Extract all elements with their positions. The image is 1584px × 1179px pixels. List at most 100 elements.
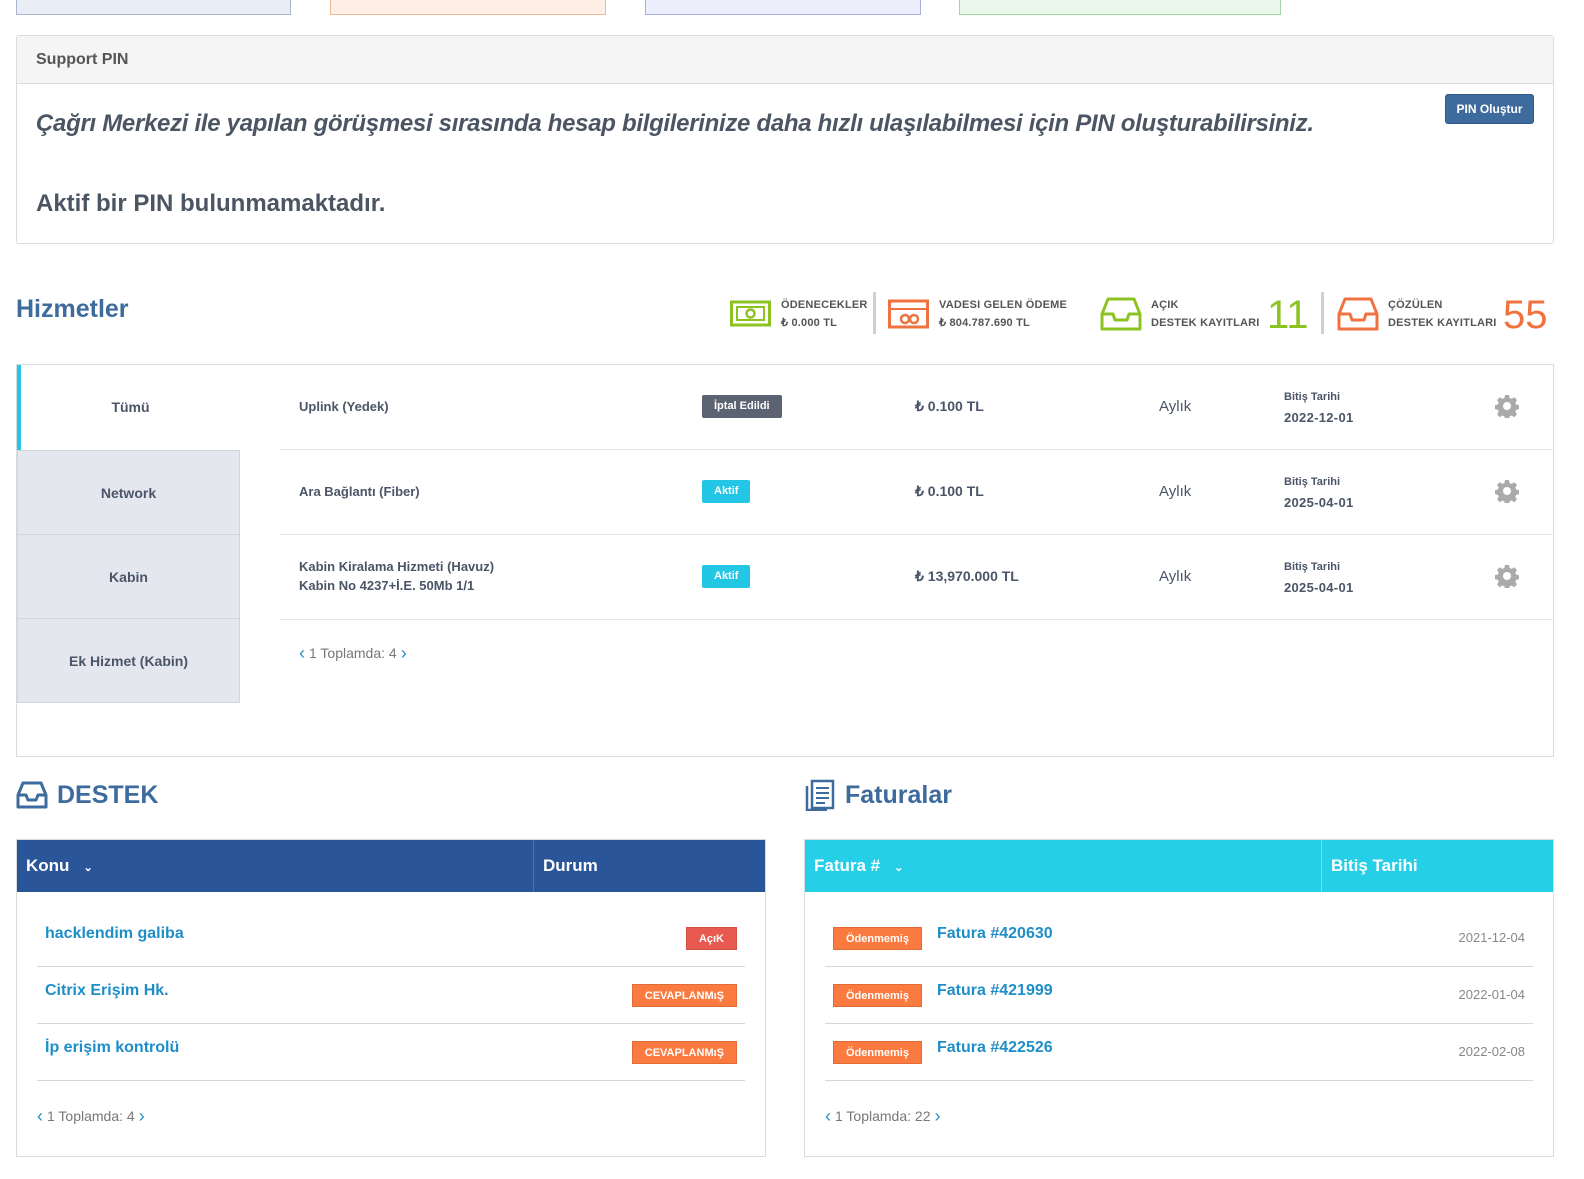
column-due-date[interactable]: Bitiş Tarihi (1322, 840, 1553, 892)
invoices-pager: ‹ 1 Toplamda: 22 › (825, 1107, 940, 1125)
service-cycle: Aylık (1159, 568, 1192, 585)
top-card-1 (16, 0, 291, 15)
top-card-4 (959, 0, 1281, 15)
invoice-date: 2021-12-04 (1458, 930, 1526, 945)
support-table: Konu ⌄ Durum hacklendim galiba AçıK Citri… (16, 839, 766, 1157)
status-badge: Ödenmemiş (833, 927, 922, 950)
open-tickets-count: 11 (1267, 293, 1309, 337)
payable-label: ÖDENECEKLER (781, 299, 868, 311)
create-pin-button[interactable]: PIN Oluştur (1445, 94, 1534, 124)
tab-all[interactable]: Tümü (17, 365, 240, 450)
chevron-right-icon[interactable]: › (139, 1107, 145, 1125)
invoices-table: Fatura # ⌄ Bitiş Tarihi Ödenmemiş Fatura … (804, 839, 1554, 1157)
column-subject[interactable]: Konu ⌄ (17, 840, 534, 892)
solved-tickets-count: 55 (1503, 293, 1548, 337)
status-badge: CEVAPLANMıŞ (631, 1041, 737, 1064)
chevron-left-icon[interactable]: ‹ (299, 644, 305, 662)
inbox-icon (1100, 296, 1142, 332)
open-tickets-label-1: AÇIK (1151, 299, 1179, 311)
stat-divider (873, 292, 876, 334)
table-row[interactable]: Ödenmemiş Fatura #421999 2022-01-04 (825, 967, 1533, 1024)
due-date: 2025-04-01 (1284, 495, 1354, 510)
due-date-label: Bitiş Tarihi (1284, 476, 1341, 488)
service-name[interactable]: Ara Bağlantı (Fiber) (299, 482, 420, 501)
table-row[interactable]: Ödenmemiş Fatura #422526 2022-02-08 (825, 1024, 1533, 1081)
support-pin-panel: Support PIN Çağrı Merkezi ile yapılan gö… (16, 35, 1554, 244)
ticket-subject-link[interactable]: hacklendim galiba (45, 925, 184, 943)
service-cycle: Aylık (1159, 483, 1192, 500)
due-value: ₺ 804.787.690 TL (939, 317, 1030, 329)
column-subject-label: Konu (26, 856, 70, 875)
service-row[interactable]: Uplink (Yedek) İptal Edildi ₺ 0.100 TL A… (279, 365, 1553, 450)
services-panel: Tümü Network Kabin Ek Hizmet (Kabin) Upl… (16, 364, 1554, 757)
solved-tickets-label-1: ÇÖZÜLEN (1388, 299, 1443, 311)
stat-divider (1321, 292, 1324, 334)
tab-cabinet[interactable]: Kabin (17, 534, 240, 619)
invoices-title: Faturalar (845, 781, 952, 809)
service-row[interactable]: Kabin Kiralama Hizmeti (Havuz) Kabin No … (279, 535, 1553, 620)
pager-text: 1 Toplamda: 4 (309, 645, 397, 661)
gear-icon[interactable] (1494, 394, 1520, 423)
due-date-label: Bitiş Tarihi (1284, 561, 1341, 573)
invoice-link[interactable]: Fatura #422526 (937, 1039, 1053, 1057)
stat-due[interactable]: VADESI GELEN ÖDEME ₺ 804.787.690 TL (888, 290, 1067, 338)
support-pager: ‹ 1 Toplamda: 4 › (37, 1107, 145, 1125)
tab-network[interactable]: Network (17, 450, 240, 535)
services-title: Hizmetler (16, 295, 129, 323)
pager-text: 1 Toplamda: 4 (47, 1108, 135, 1124)
support-title: DESTEK (57, 781, 159, 809)
support-pin-intro: Çağrı Merkezi ile yapılan görüşmesi sıra… (36, 110, 1314, 137)
money-icon (730, 299, 772, 329)
invoice-date: 2022-02-08 (1458, 1044, 1526, 1059)
service-cycle: Aylık (1159, 398, 1192, 415)
status-badge: Ödenmemiş (833, 1041, 922, 1064)
invoice-link[interactable]: Fatura #421999 (937, 982, 1053, 1000)
chevron-right-icon[interactable]: › (401, 644, 407, 662)
ticket-subject-link[interactable]: İp erişim kontrolü (45, 1039, 179, 1057)
table-row[interactable]: hacklendim galiba AçıK (37, 910, 745, 967)
inbox-icon (1337, 296, 1379, 332)
status-badge: İptal Edildi (702, 395, 782, 418)
service-name-detail: Kabin No 4237+İ.E. 50Mb 1/1 (299, 578, 475, 593)
status-badge: AçıK (685, 927, 737, 950)
top-card-2 (330, 0, 606, 15)
invoice-date: 2022-01-04 (1458, 987, 1526, 1002)
ticket-subject-link[interactable]: Citrix Erişim Hk. (45, 982, 169, 1000)
support-pin-title: Support PIN (17, 36, 1553, 84)
stat-open-tickets[interactable]: AÇIK DESTEK KAYITLARI (1100, 290, 1260, 338)
service-name[interactable]: Uplink (Yedek) (299, 397, 389, 416)
column-status[interactable]: Durum (534, 840, 765, 892)
bill-icon (888, 298, 930, 330)
due-date: 2022-12-01 (1284, 410, 1354, 425)
chevron-left-icon[interactable]: ‹ (825, 1107, 831, 1125)
service-price: ₺ 0.100 TL (915, 398, 984, 414)
service-price: ₺ 13,970.000 TL (915, 568, 1019, 584)
status-badge: Aktif (702, 480, 751, 503)
column-invoice-number[interactable]: Fatura # ⌄ (805, 840, 1322, 892)
top-card-3 (645, 0, 921, 15)
status-badge: Ödenmemiş (833, 984, 922, 1007)
services-pager: ‹ 1 Toplamda: 4 › (299, 644, 407, 662)
table-row[interactable]: Ödenmemiş Fatura #420630 2021-12-04 (825, 910, 1533, 967)
chevron-down-icon: ⌄ (83, 862, 93, 874)
gear-icon[interactable] (1494, 564, 1520, 593)
table-row[interactable]: Citrix Erişim Hk. CEVAPLANMıŞ (37, 967, 745, 1024)
tab-extra-service[interactable]: Ek Hizmet (Kabin) (17, 618, 240, 703)
service-row[interactable]: Ara Bağlantı (Fiber) Aktif ₺ 0.100 TL Ay… (279, 450, 1553, 535)
service-name[interactable]: Kabin Kiralama Hizmeti (Havuz) (299, 557, 494, 576)
due-label: VADESI GELEN ÖDEME (939, 299, 1068, 311)
chevron-left-icon[interactable]: ‹ (37, 1107, 43, 1125)
support-table-header: Konu ⌄ Durum (17, 840, 765, 892)
chevron-right-icon[interactable]: › (934, 1107, 940, 1125)
table-row[interactable]: İp erişim kontrolü CEVAPLANMıŞ (37, 1024, 745, 1081)
support-pin-status: Aktif bir PIN bulunmamaktadır. (36, 190, 386, 217)
document-icon (805, 779, 835, 816)
chevron-down-icon: ⌄ (894, 862, 904, 874)
stat-solved-tickets[interactable]: ÇÖZÜLEN DESTEK KAYITLARI (1337, 290, 1497, 338)
status-badge: Aktif (702, 565, 751, 588)
gear-icon[interactable] (1494, 479, 1520, 508)
solved-tickets-label-2: DESTEK KAYITLARI (1388, 317, 1497, 329)
invoice-link[interactable]: Fatura #420630 (937, 925, 1053, 943)
stat-payable[interactable]: ÖDENECEKLER ₺ 0.000 TL (730, 290, 868, 338)
open-tickets-label-2: DESTEK KAYITLARI (1151, 317, 1260, 329)
